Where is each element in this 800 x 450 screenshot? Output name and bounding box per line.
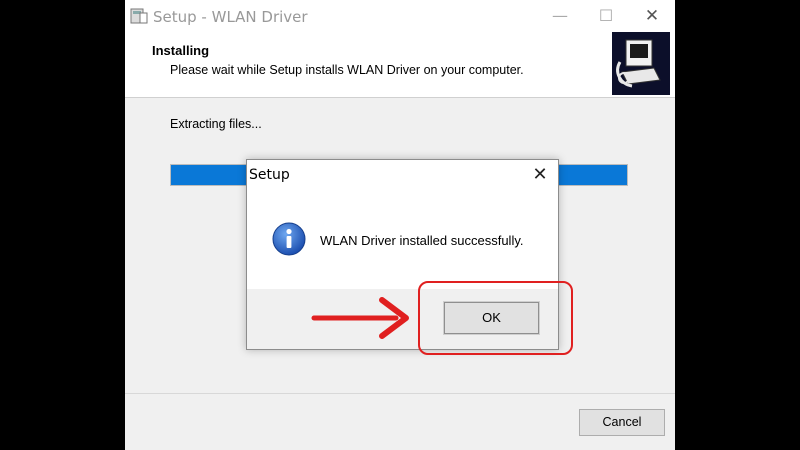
arrow-annotation bbox=[310, 294, 414, 342]
cancel-button[interactable]: Cancel bbox=[579, 409, 665, 436]
installer-logo bbox=[612, 32, 670, 95]
window-close-button[interactable]: ✕ bbox=[629, 0, 675, 32]
header-subtitle: Please wait while Setup installs WLAN Dr… bbox=[170, 63, 524, 77]
screenshot-stage: Setup - WLAN Driver — ☐ ✕ Installing Ple… bbox=[0, 0, 800, 450]
window-title: Setup - WLAN Driver bbox=[153, 8, 308, 26]
title-bar: Setup - WLAN Driver — ☐ ✕ bbox=[125, 0, 675, 32]
dialog-message: WLAN Driver installed successfully. bbox=[320, 233, 524, 248]
info-icon bbox=[272, 222, 306, 256]
dialog-close-button[interactable]: ✕ bbox=[526, 162, 554, 188]
header-title: Installing bbox=[152, 43, 210, 58]
header-panel: Installing Please wait while Setup insta… bbox=[125, 32, 675, 98]
dialog-title: Setup bbox=[249, 167, 290, 183]
footer-divider bbox=[125, 393, 675, 394]
maximize-button[interactable]: ☐ bbox=[583, 0, 629, 32]
highlight-annotation bbox=[418, 281, 573, 355]
setup-app-icon bbox=[130, 7, 148, 25]
status-text: Extracting files... bbox=[170, 117, 262, 131]
minimize-button[interactable]: — bbox=[537, 0, 583, 32]
